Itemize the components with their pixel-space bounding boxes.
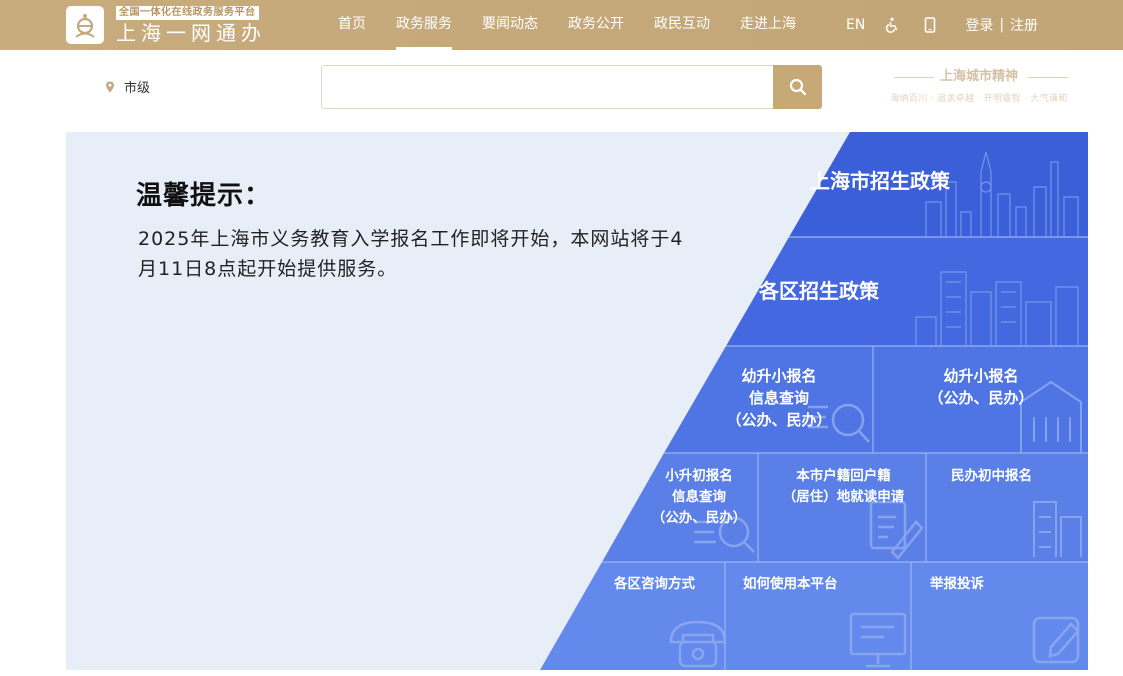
nav-home[interactable]: 首页 (330, 0, 374, 50)
search-box (321, 65, 773, 109)
mobile-icon[interactable] (921, 16, 939, 34)
city-spirit-slogan: 上海城市精神 海纳百川 · 追求卓越 · 开明睿智 · 大气谦和 (870, 68, 1088, 110)
location-label: 市级 (124, 81, 151, 96)
nav-disclosure[interactable]: 政务公开 (560, 0, 632, 50)
logo-emblem-icon (66, 6, 104, 44)
city-spirit-subtitle: 海纳百川 · 追求卓越 · 开明睿智 · 大气谦和 (890, 94, 1068, 104)
tile-primary-query-line3: （公办、民办） (651, 510, 747, 526)
tile-kinder-register-line1: 幼升小报名 (943, 367, 1019, 385)
wheelchair-icon[interactable] (883, 16, 901, 34)
nav-utilities: EN 登录 | 注册 (846, 0, 1038, 50)
auth-separator: | (999, 17, 1005, 33)
tile-primary-query[interactable]: 小升初报名 信息查询 （公办、民办） (644, 466, 754, 529)
tile-kinder-query-line2: 信息查询 (748, 389, 809, 407)
location-selector[interactable]: 市级 (104, 77, 150, 96)
tile-primary-query-line2: 信息查询 (672, 489, 726, 505)
main-nav: 首页 政务服务 要闻动态 政务公开 政民互动 走进上海 (330, 0, 818, 50)
tile-district-contact[interactable]: 各区咨询方式 (614, 574, 695, 595)
search-button[interactable] (773, 65, 822, 109)
tile-kinder-query-line1: 幼升小报名 (741, 367, 817, 385)
tile-private-middle-school[interactable]: 民办初中报名 (951, 466, 1032, 487)
tile-district-policy[interactable]: 各区招生政策 (759, 281, 879, 302)
enrollment-banner: 温馨提示： 2025年上海市义务教育入学报名工作即将开始，本网站将于4月11日8… (66, 132, 1088, 670)
language-switch[interactable]: EN (846, 17, 865, 33)
tile-kinder-register[interactable]: 幼升小报名 （公办、民办） (916, 365, 1046, 409)
city-spirit-title: 上海城市精神 (870, 68, 1088, 86)
login-link[interactable]: 登录 (965, 15, 993, 35)
logo-tagline: 全国一体化在线政务服务平台 (116, 6, 259, 20)
tile-kinder-query-line3: （公办、民办） (726, 411, 832, 429)
tile-hukou-line2: （居住）地就读申请 (782, 489, 905, 505)
tile-kinder-query[interactable]: 幼升小报名 信息查询 （公办、民办） (714, 365, 844, 431)
search-input[interactable] (322, 66, 773, 108)
nav-interaction[interactable]: 政民互动 (646, 0, 718, 50)
tile-hukou-application[interactable]: 本市户籍回户籍 （居住）地就读申请 (771, 466, 916, 508)
location-pin-icon (106, 81, 114, 92)
nav-government-services[interactable]: 政务服务 (388, 0, 460, 50)
nav-news[interactable]: 要闻动态 (474, 0, 546, 50)
tile-primary-query-line1: 小升初报名 (665, 468, 733, 484)
tile-city-policy[interactable]: 上海市招生政策 (810, 171, 950, 192)
search-icon (789, 78, 806, 96)
top-navbar: 全国一体化在线政务服务平台 上海一网通办 首页 政务服务 要闻动态 政务公开 政… (0, 0, 1123, 50)
tile-kinder-register-line2: （公办、民办） (928, 389, 1034, 407)
auth-links: 登录 | 注册 (965, 15, 1038, 35)
tile-hukou-line1: 本市户籍回户籍 (796, 468, 891, 484)
site-logo[interactable]: 全国一体化在线政务服务平台 上海一网通办 (66, 5, 276, 45)
logo-name: 上海一网通办 (116, 21, 266, 45)
tile-report-complaint[interactable]: 举报投诉 (930, 574, 984, 595)
register-link[interactable]: 注册 (1010, 15, 1038, 35)
nav-about-shanghai[interactable]: 走进上海 (732, 0, 804, 50)
tile-how-to-use[interactable]: 如何使用本平台 (743, 574, 838, 595)
service-tile-grid: 上海市招生政策 各区招生政策 幼升小报名 信息查询 （公办、民办） 幼升小报名 … (66, 132, 1088, 670)
